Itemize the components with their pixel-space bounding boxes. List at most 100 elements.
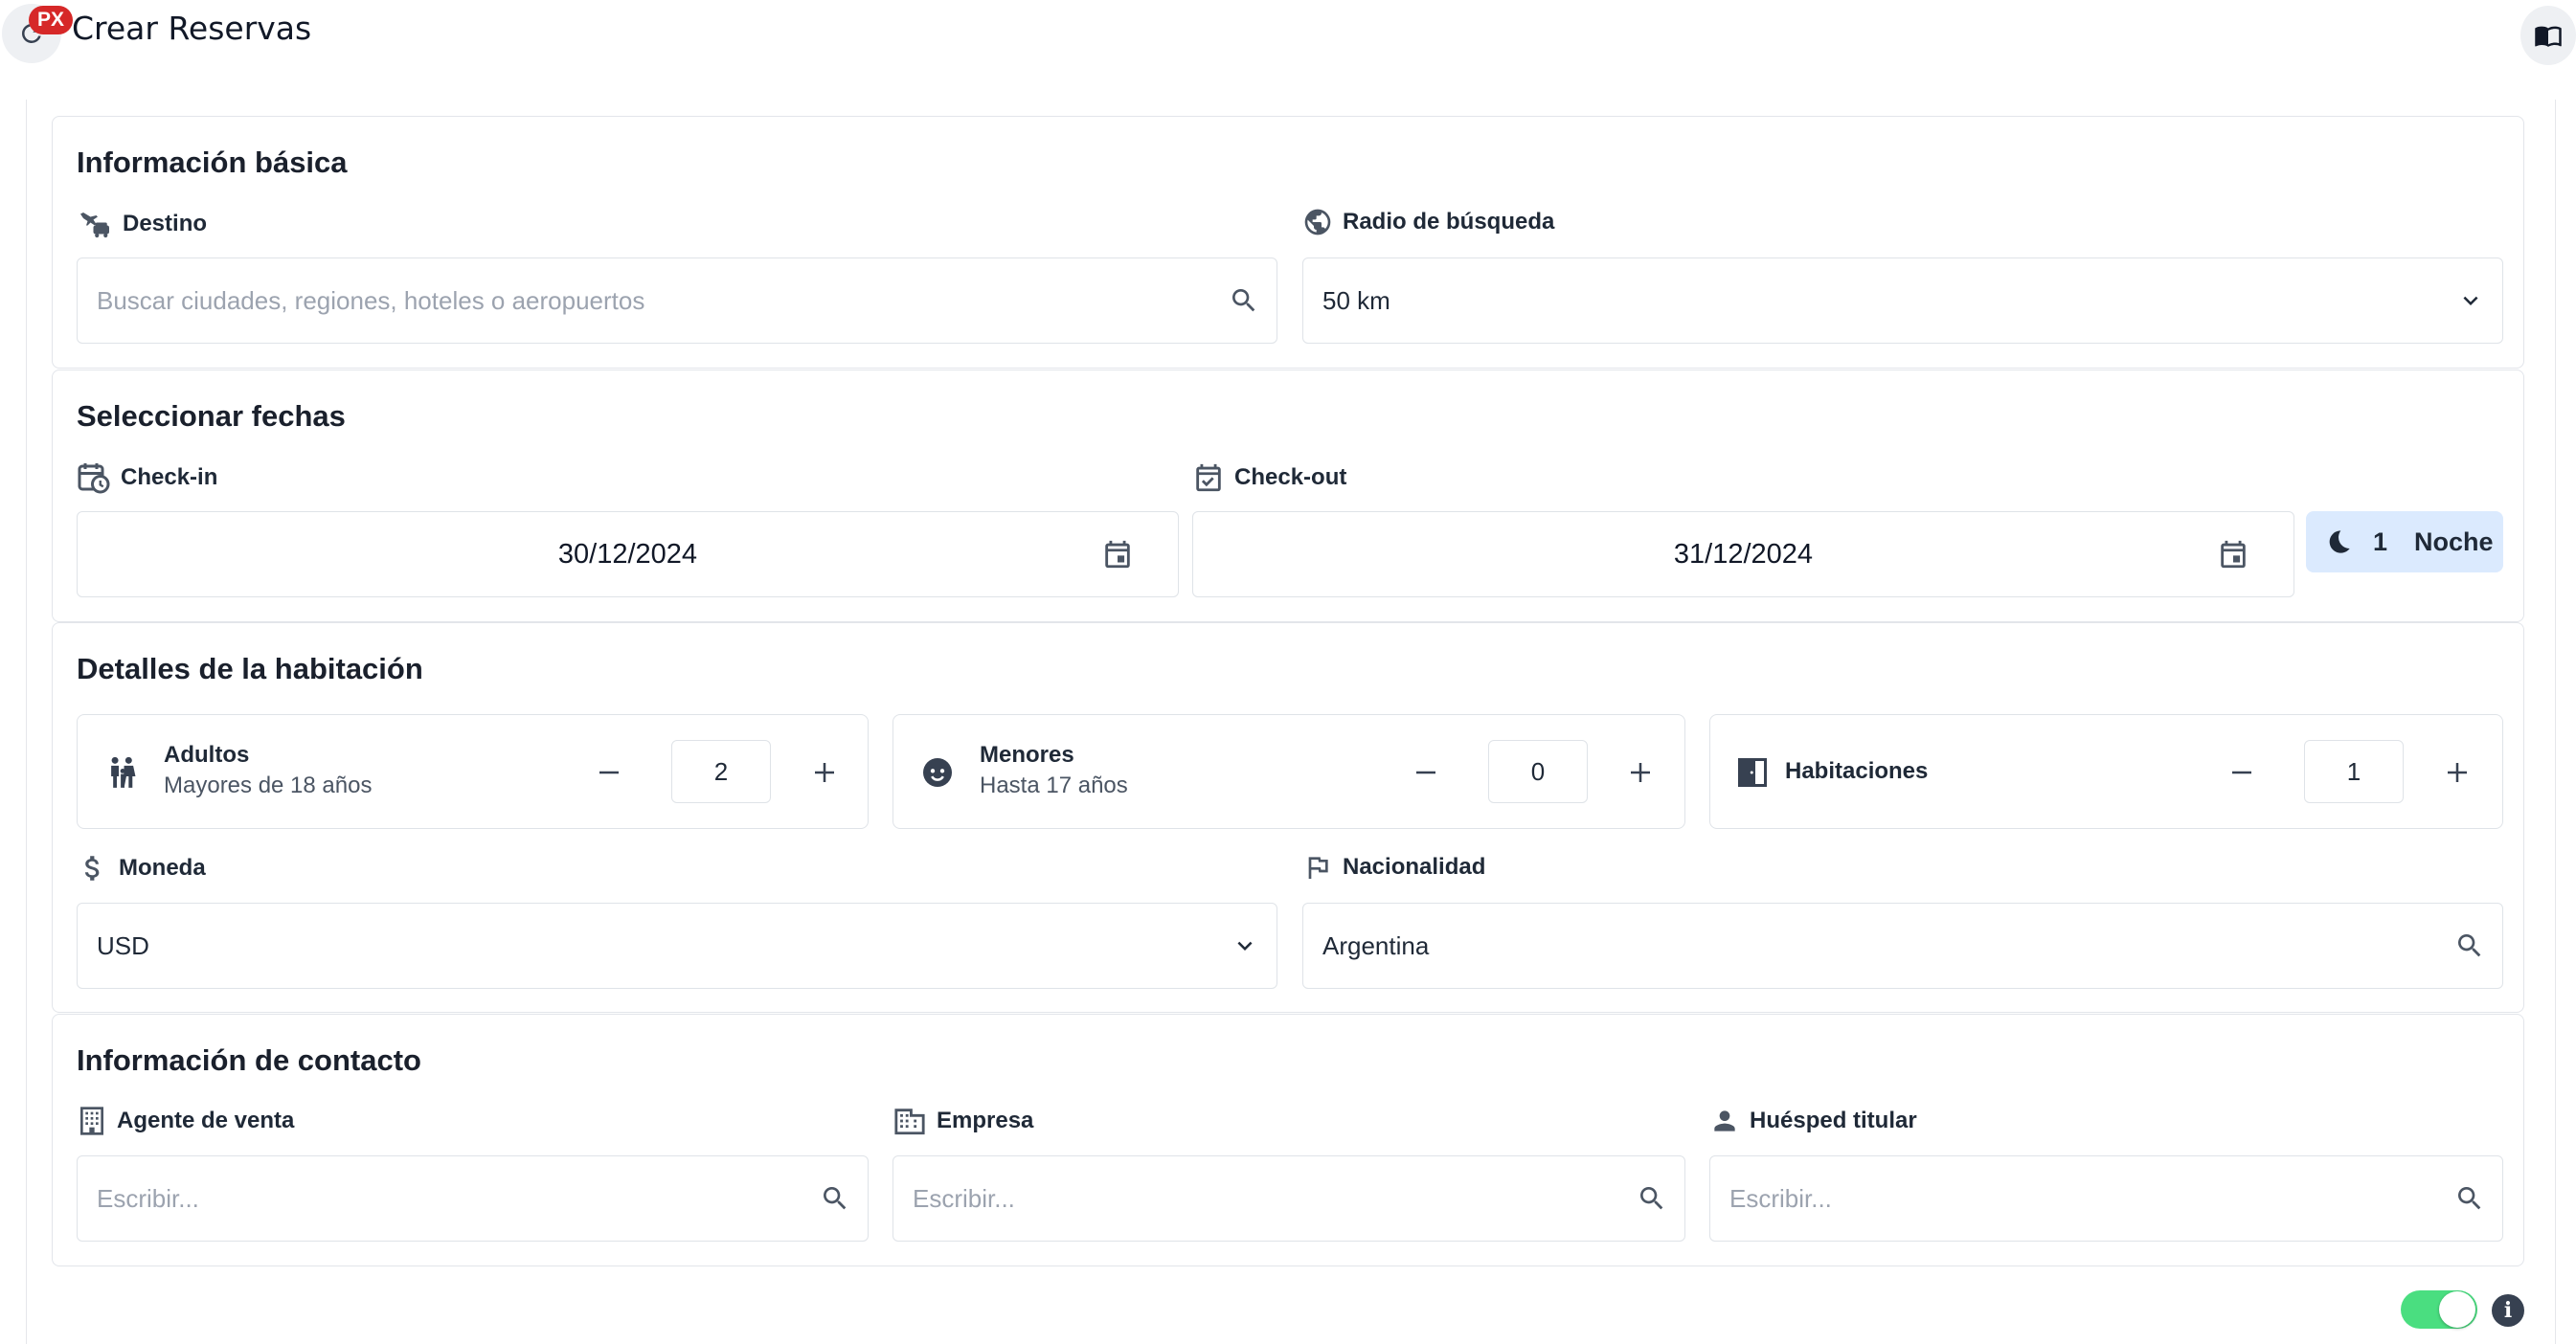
calendar-check-icon bbox=[1196, 463, 1221, 492]
company-input[interactable]: Escribir... bbox=[893, 1155, 1685, 1242]
agent-label-text: Agente de venta bbox=[117, 1108, 295, 1133]
rooms-decrement-button[interactable] bbox=[2223, 753, 2261, 792]
section-title: Detalles de la habitación bbox=[77, 652, 423, 685]
adults-value[interactable]: 2 bbox=[671, 740, 771, 803]
rooms-label: Habitaciones bbox=[1785, 758, 1929, 784]
agent-placeholder: Escribir... bbox=[97, 1183, 199, 1213]
checkout-label: Check-out bbox=[1192, 460, 1346, 495]
toggle-knob bbox=[2439, 1291, 2475, 1328]
nights-label: Noche bbox=[2414, 526, 2494, 556]
px-badge: PX bbox=[29, 6, 73, 34]
agent-input[interactable]: Escribir... bbox=[77, 1155, 869, 1242]
plane-car-icon bbox=[80, 213, 109, 238]
minors-value[interactable]: 0 bbox=[1488, 740, 1588, 803]
person-icon bbox=[1714, 1110, 1735, 1131]
search-icon[interactable] bbox=[1637, 1183, 1667, 1214]
dates-card: Seleccionar fechas Check-in 30/12/2024 C… bbox=[52, 370, 2524, 622]
destination-placeholder: Buscar ciudades, regiones, hoteles o aer… bbox=[97, 285, 645, 315]
search-icon[interactable] bbox=[1229, 285, 1259, 316]
basic-info-card: Información básica Destino Buscar ciudad… bbox=[52, 116, 2524, 369]
calendar-icon[interactable] bbox=[1101, 538, 1134, 571]
minus-icon bbox=[1416, 771, 1435, 774]
checkin-label-text: Check-in bbox=[121, 464, 218, 490]
minus-icon bbox=[2232, 771, 2251, 774]
chevron-down-icon bbox=[1231, 931, 1259, 960]
checkin-date-input[interactable]: 30/12/2024 bbox=[77, 511, 1179, 597]
nationality-label-text: Nacionalidad bbox=[1343, 854, 1486, 880]
page-title: Crear Reservas bbox=[72, 10, 312, 47]
company-label-text: Empresa bbox=[937, 1108, 1034, 1133]
destination-label-text: Destino bbox=[123, 211, 208, 236]
nights-count: 1 bbox=[2373, 526, 2388, 556]
minus-icon bbox=[599, 771, 619, 774]
currency-label: Moneda bbox=[77, 851, 206, 885]
nationality-value: Argentina bbox=[1322, 930, 1430, 960]
currency-label-text: Moneda bbox=[119, 855, 206, 881]
section-title: Información de contacto bbox=[77, 1043, 421, 1077]
contact-card: Información de contacto Agente de venta … bbox=[52, 1014, 2524, 1266]
minors-decrement-button[interactable] bbox=[1407, 753, 1445, 792]
chevron-down-icon bbox=[2456, 286, 2485, 315]
guest-label: Huésped titular bbox=[1709, 1105, 1917, 1137]
adults-label: Adultos bbox=[164, 742, 250, 768]
globe-icon bbox=[1304, 209, 1331, 235]
plus-icon bbox=[1631, 763, 1650, 782]
section-title: Seleccionar fechas bbox=[77, 399, 346, 433]
child-face-icon bbox=[923, 758, 952, 787]
section-title: Información básica bbox=[77, 146, 348, 179]
checkin-label: Check-in bbox=[77, 460, 217, 495]
search-icon[interactable] bbox=[820, 1183, 850, 1214]
radius-select[interactable]: 50 km bbox=[1302, 258, 2503, 344]
adults-decrement-button[interactable] bbox=[590, 753, 628, 792]
flag-icon bbox=[1308, 857, 1328, 879]
calendar-icon[interactable] bbox=[2217, 538, 2249, 571]
info-icon[interactable]: i bbox=[2492, 1294, 2524, 1327]
plus-icon bbox=[2448, 763, 2467, 782]
minors-counter: Menores Hasta 17 años 0 bbox=[893, 714, 1685, 829]
rooms-value[interactable]: 1 bbox=[2304, 740, 2404, 803]
rooms-counter: Habitaciones 1 bbox=[1709, 714, 2503, 829]
minors-label: Menores bbox=[980, 742, 1074, 768]
adults-counter: Adultos Mayores de 18 años 2 bbox=[77, 714, 869, 829]
building-icon bbox=[80, 1107, 103, 1135]
search-icon[interactable] bbox=[2454, 930, 2485, 961]
radius-value: 50 km bbox=[1322, 285, 1390, 315]
minors-sub: Hasta 17 años bbox=[980, 773, 1128, 798]
radius-label: Radio de búsqueda bbox=[1302, 207, 1554, 237]
open-book-icon bbox=[2535, 26, 2562, 47]
calendar-clock-icon bbox=[78, 463, 110, 494]
adults-sub: Mayores de 18 años bbox=[164, 773, 373, 798]
company-label: Empresa bbox=[893, 1105, 1033, 1137]
checkout-label-text: Check-out bbox=[1234, 464, 1347, 490]
currency-select[interactable]: USD bbox=[77, 903, 1277, 989]
minors-increment-button[interactable] bbox=[1621, 753, 1660, 792]
adults-increment-button[interactable] bbox=[805, 753, 844, 792]
settings-toggle[interactable] bbox=[2401, 1290, 2477, 1329]
door-icon bbox=[1738, 758, 1767, 787]
office-icon bbox=[894, 1109, 925, 1135]
checkout-value: 31/12/2024 bbox=[1673, 538, 1814, 570]
destination-label: Destino bbox=[77, 207, 207, 241]
rooms-increment-button[interactable] bbox=[2438, 753, 2476, 792]
room-details-card: Detalles de la habitación Adultos Mayore… bbox=[52, 622, 2524, 1013]
nationality-input[interactable]: Argentina bbox=[1302, 903, 2503, 989]
radius-label-text: Radio de búsqueda bbox=[1343, 209, 1555, 235]
top-bar: PX Crear Reservas bbox=[0, 0, 2576, 65]
agent-label: Agente de venta bbox=[77, 1105, 294, 1137]
guest-label-text: Huésped titular bbox=[1750, 1108, 1917, 1133]
nights-badge: 1 Noche bbox=[2306, 511, 2503, 572]
guide-button[interactable] bbox=[2520, 6, 2576, 65]
currency-value: USD bbox=[97, 930, 149, 960]
family-icon bbox=[111, 756, 136, 788]
dollar-icon bbox=[84, 856, 100, 881]
guest-placeholder: Escribir... bbox=[1729, 1183, 1832, 1213]
checkin-value: 30/12/2024 bbox=[557, 538, 698, 570]
moon-icon bbox=[2329, 530, 2350, 553]
guest-input[interactable]: Escribir... bbox=[1709, 1155, 2503, 1242]
plus-icon bbox=[815, 763, 834, 782]
nationality-label: Nacionalidad bbox=[1302, 851, 1485, 884]
destination-input[interactable]: Buscar ciudades, regiones, hoteles o aer… bbox=[77, 258, 1277, 344]
company-placeholder: Escribir... bbox=[913, 1183, 1015, 1213]
search-icon[interactable] bbox=[2454, 1183, 2485, 1214]
checkout-date-input[interactable]: 31/12/2024 bbox=[1192, 511, 2294, 597]
